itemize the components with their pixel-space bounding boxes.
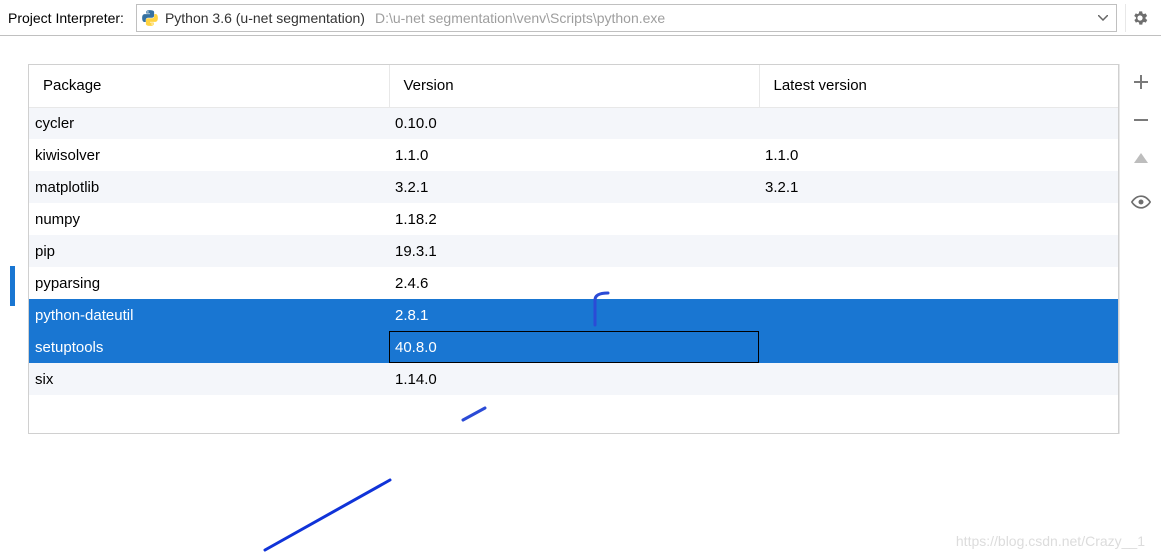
cell-version: 19.3.1 bbox=[389, 235, 759, 267]
cell-latest bbox=[759, 363, 1118, 395]
table-row[interactable]: python-dateutil2.8.1 bbox=[29, 299, 1118, 331]
cell-latest bbox=[759, 203, 1118, 235]
show-early-releases-button[interactable] bbox=[1127, 188, 1155, 216]
interpreter-label: Project Interpreter: bbox=[8, 10, 128, 26]
cell-package: pyparsing bbox=[29, 267, 389, 299]
cell-latest bbox=[759, 107, 1118, 139]
table-row[interactable]: cycler0.10.0 bbox=[29, 107, 1118, 139]
cell-version: 1.18.2 bbox=[389, 203, 759, 235]
add-package-button[interactable] bbox=[1127, 68, 1155, 96]
cell-version: 40.8.0 bbox=[389, 331, 759, 363]
cell-package: setuptools bbox=[29, 331, 389, 363]
cell-version: 1.14.0 bbox=[389, 363, 759, 395]
table-row[interactable]: six1.14.0 bbox=[29, 363, 1118, 395]
cell-latest bbox=[759, 299, 1118, 331]
interpreter-path: D:\u-net segmentation\venv\Scripts\pytho… bbox=[375, 10, 665, 26]
table-header-row: Package Version Latest version bbox=[29, 65, 1118, 107]
table-row[interactable]: matplotlib3.2.13.2.1 bbox=[29, 171, 1118, 203]
cell-version: 1.1.0 bbox=[389, 139, 759, 171]
selection-indicator bbox=[10, 266, 15, 306]
cell-package: numpy bbox=[29, 203, 389, 235]
table-row[interactable]: pyparsing2.4.6 bbox=[29, 267, 1118, 299]
interpreter-dropdown[interactable]: Python 3.6 (u-net segmentation) D:\u-net… bbox=[136, 4, 1117, 32]
cell-package: six bbox=[29, 363, 389, 395]
watermark-text: https://blog.csdn.net/Crazy__1 bbox=[956, 533, 1145, 549]
cell-package: python-dateutil bbox=[29, 299, 389, 331]
interpreter-header: Project Interpreter: Python 3.6 (u-net s… bbox=[0, 0, 1161, 36]
packages-table-wrap: Package Version Latest version cycler0.1… bbox=[28, 64, 1119, 434]
gear-icon bbox=[1131, 9, 1149, 27]
python-icon bbox=[141, 9, 159, 27]
column-header-version[interactable]: Version bbox=[389, 65, 759, 107]
table-row[interactable]: pip19.3.1 bbox=[29, 235, 1118, 267]
minus-icon bbox=[1133, 112, 1149, 128]
upgrade-package-button[interactable] bbox=[1127, 144, 1155, 172]
cell-version: 2.8.1 bbox=[389, 299, 759, 331]
cell-package: pip bbox=[29, 235, 389, 267]
cell-package: kiwisolver bbox=[29, 139, 389, 171]
eye-icon bbox=[1131, 195, 1151, 209]
column-header-package[interactable]: Package bbox=[29, 65, 389, 107]
plus-icon bbox=[1133, 74, 1149, 90]
triangle-up-icon bbox=[1134, 153, 1148, 163]
remove-package-button[interactable] bbox=[1127, 106, 1155, 134]
table-row[interactable]: kiwisolver1.1.01.1.0 bbox=[29, 139, 1118, 171]
cell-latest: 1.1.0 bbox=[759, 139, 1118, 171]
table-row[interactable]: setuptools40.8.0 bbox=[29, 331, 1118, 363]
settings-button[interactable] bbox=[1125, 4, 1153, 32]
cell-version: 2.4.6 bbox=[389, 267, 759, 299]
cell-version: 0.10.0 bbox=[389, 107, 759, 139]
package-sidebar bbox=[1119, 64, 1161, 434]
cell-latest bbox=[759, 235, 1118, 267]
chevron-down-icon bbox=[1098, 15, 1112, 21]
cell-package: cycler bbox=[29, 107, 389, 139]
packages-table: Package Version Latest version cycler0.1… bbox=[29, 65, 1118, 395]
column-header-latest[interactable]: Latest version bbox=[759, 65, 1118, 107]
table-row[interactable]: numpy1.18.2 bbox=[29, 203, 1118, 235]
cell-latest bbox=[759, 267, 1118, 299]
cell-latest: 3.2.1 bbox=[759, 171, 1118, 203]
cell-version: 3.2.1 bbox=[389, 171, 759, 203]
cell-latest bbox=[759, 331, 1118, 363]
cell-package: matplotlib bbox=[29, 171, 389, 203]
interpreter-name: Python 3.6 (u-net segmentation) bbox=[165, 10, 365, 26]
